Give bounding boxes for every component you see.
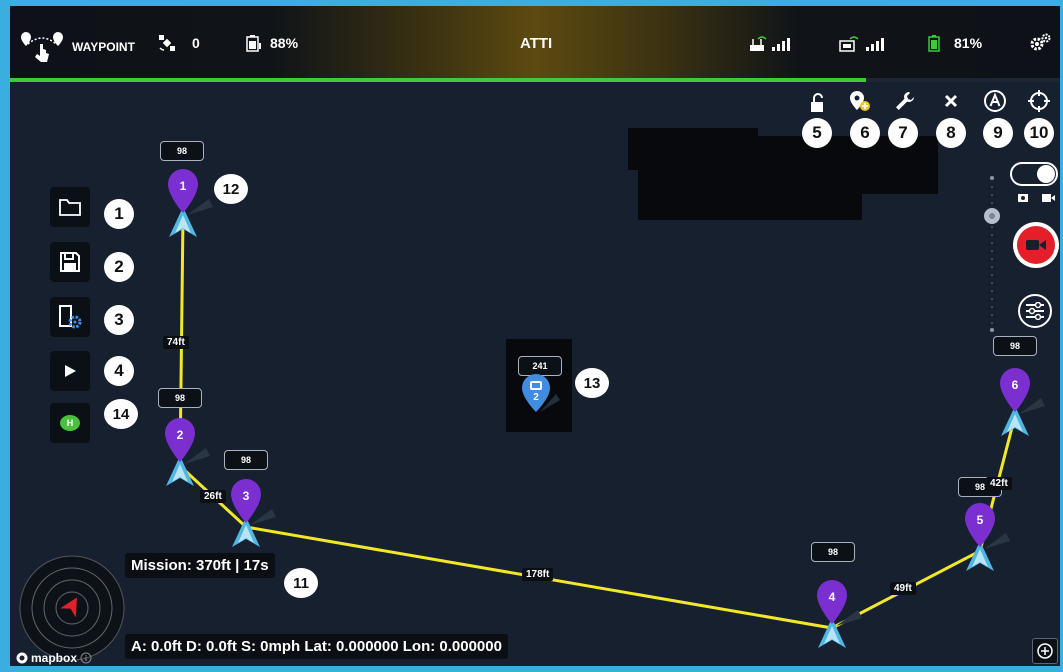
callout-badge: 1 [104, 199, 134, 229]
svg-text:i: i [85, 654, 87, 663]
lock-button[interactable] [804, 90, 830, 116]
callout-badge: 9 [983, 118, 1013, 148]
segment-distance-label: 178ft [522, 568, 554, 581]
save-mission-button[interactable] [50, 242, 90, 282]
callout-badge: 14 [104, 399, 138, 429]
clear-mission-button[interactable] [938, 88, 964, 114]
callout-badge: 11 [284, 568, 318, 598]
telemetry-readout: A: 0.0ft D: 0.0ft S: 0mph Lat: 0.000000 … [125, 634, 508, 659]
waypoint-altitude-box: 98 [224, 450, 268, 470]
camera-settings-button[interactable] [1018, 294, 1052, 328]
app-window: WAYPOINT 0 88% ATTI 81% 98 1 98 2 98 3 9… [10, 6, 1060, 666]
mission-settings-button[interactable] [50, 297, 90, 337]
callout-badge: 3 [104, 305, 134, 335]
mission-settings-icon [59, 305, 82, 329]
record-button[interactable] [1013, 222, 1059, 268]
folder-icon [59, 199, 81, 216]
waypoint-label: 4 [828, 590, 836, 604]
mission-route [178, 216, 1017, 630]
callout-badge: 5 [802, 118, 832, 148]
callout-badge: 4 [104, 356, 134, 386]
callout-badge: 8 [936, 118, 966, 148]
crosshair-icon [1028, 90, 1050, 112]
callout-badge: 12 [214, 174, 248, 204]
waypoint-altitude-box: 98 [158, 388, 202, 408]
waypoint-label: 2 [176, 428, 184, 442]
sliders-icon [1026, 302, 1044, 320]
callout-badge: 7 [888, 118, 918, 148]
open-mission-button[interactable] [50, 187, 90, 227]
zoom-slider[interactable] [980, 170, 1004, 335]
video-camera-icon [1026, 240, 1046, 250]
segment-distance-label: 26ft [200, 490, 226, 503]
home-point-button[interactable]: H [50, 403, 90, 443]
save-icon [60, 252, 80, 272]
mission-summary: Mission: 370ft | 17s [125, 553, 275, 578]
plus-icon [1037, 643, 1053, 659]
svg-text:H: H [67, 418, 74, 428]
toggle-knob [1037, 165, 1055, 183]
waypoint-label: 5 [976, 513, 984, 527]
map-zoom-button[interactable] [1032, 638, 1058, 664]
wrench-icon [896, 92, 914, 110]
camera-video-toggle[interactable] [1010, 162, 1058, 186]
mapbox-label: mapbox [31, 651, 78, 665]
home-point-icon: H [60, 415, 80, 431]
info-icon: i [80, 652, 92, 664]
segment-distance-label: 42ft [986, 477, 1012, 490]
locate-button[interactable] [1026, 88, 1052, 114]
auto-button[interactable] [982, 88, 1008, 114]
waypoint-label: 1 [179, 179, 187, 193]
mapbox-attribution[interactable]: mapbox i [16, 651, 92, 665]
callout-badge: 2 [104, 252, 134, 282]
start-mission-button[interactable] [50, 351, 90, 391]
unlock-icon [811, 93, 823, 112]
add-waypoint-button[interactable] [846, 88, 872, 114]
waypoint-label: 6 [1011, 378, 1019, 392]
auto-mode-icon [984, 90, 1006, 112]
callout-badge: 10 [1024, 118, 1054, 148]
mapbox-logo-icon [16, 652, 28, 664]
waypoint-altitude-box: 98 [993, 336, 1037, 356]
waypoint-altitude-box: 98 [811, 542, 855, 562]
tools-button[interactable] [892, 88, 918, 114]
waypoint-altitude-box: 98 [160, 141, 204, 161]
play-icon [65, 365, 76, 377]
waypoint-label: 3 [242, 489, 250, 503]
callout-badge: 6 [850, 118, 880, 148]
segment-distance-label: 49ft [890, 582, 916, 595]
callout-badge: 13 [575, 368, 609, 398]
poi-label: 2 [533, 392, 539, 403]
photo-video-icons [1018, 194, 1055, 202]
add-waypoint-icon [850, 91, 870, 111]
segment-distance-label: 74ft [163, 336, 189, 349]
close-icon [944, 94, 958, 108]
